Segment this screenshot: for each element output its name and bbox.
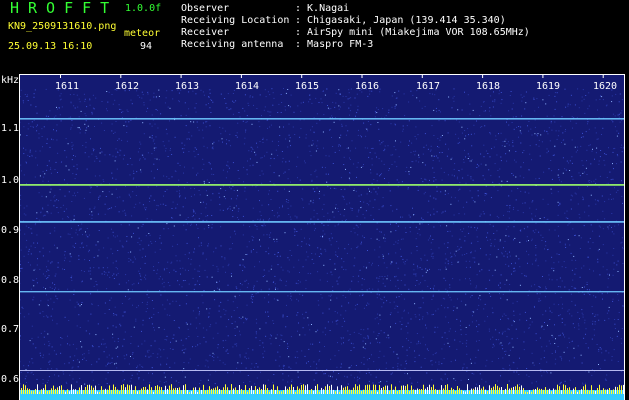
x-tick-mark bbox=[180, 74, 182, 78]
observer-label: Observer bbox=[181, 3, 230, 14]
app-version: 1.0.0f bbox=[125, 3, 162, 14]
y-axis-unit: kHz bbox=[1, 75, 20, 86]
location-label: Receiving Location bbox=[181, 15, 290, 26]
file-name: KN9_2509131610.png bbox=[8, 21, 117, 32]
reference-line bbox=[19, 370, 625, 371]
location-value: : Chigasaki, Japan (139.414 35.340) bbox=[295, 15, 506, 26]
antenna-label: Receiving antenna bbox=[181, 39, 284, 50]
x-tick-label: 1615 bbox=[295, 81, 320, 92]
carrier-line bbox=[19, 184, 625, 186]
x-tick-mark bbox=[240, 74, 242, 78]
observer-value: : K.Nagai bbox=[295, 3, 350, 14]
x-tick-label: 1617 bbox=[416, 81, 441, 92]
x-tick-mark bbox=[120, 74, 122, 78]
x-tick-mark bbox=[542, 74, 544, 78]
y-tick-label: 1.0 bbox=[1, 175, 20, 186]
x-tick-mark bbox=[301, 74, 303, 78]
signal-line bbox=[19, 118, 625, 120]
meteor-label: meteor bbox=[124, 28, 161, 39]
antenna-value: : Maspro FM-3 bbox=[295, 39, 374, 50]
x-tick-label: 1613 bbox=[175, 81, 200, 92]
y-tick-label: 1.1 bbox=[1, 123, 20, 134]
bottom-band-spikes bbox=[19, 384, 624, 394]
receiver-value: : AirSpy mini (Miakejima VOR 108.65MHz) bbox=[295, 27, 530, 38]
y-tick-label: 0.7 bbox=[1, 324, 20, 335]
noise-speckle bbox=[19, 88, 625, 385]
x-tick-label: 1618 bbox=[476, 81, 501, 92]
x-tick-label: 1619 bbox=[536, 81, 561, 92]
x-tick-mark bbox=[60, 74, 61, 78]
x-tick-label: 1616 bbox=[355, 81, 380, 92]
spectrogram-plot bbox=[19, 74, 625, 400]
signal-line bbox=[19, 291, 625, 293]
app-name: HROFFT bbox=[10, 0, 119, 17]
x-tick-label: 1620 bbox=[593, 81, 618, 92]
receiver-label: Receiver bbox=[181, 27, 230, 38]
y-tick-label: 0.9 bbox=[1, 225, 20, 236]
meteor-count: 94 bbox=[140, 41, 153, 52]
x-tick-mark bbox=[421, 74, 423, 78]
x-tick-label: 1612 bbox=[115, 81, 140, 92]
y-tick-label: 0.8 bbox=[1, 275, 20, 286]
x-tick-label: 1611 bbox=[55, 81, 80, 92]
spectrogram-svg bbox=[19, 74, 625, 400]
x-tick-mark bbox=[361, 74, 363, 78]
capture-datetime: 25.09.13 16:10 bbox=[8, 41, 93, 52]
x-tick-label: 1614 bbox=[235, 81, 260, 92]
x-tick-mark bbox=[602, 74, 604, 78]
x-tick-mark bbox=[482, 74, 484, 78]
signal-line bbox=[19, 221, 625, 223]
y-tick-label: 0.6 bbox=[1, 374, 20, 385]
